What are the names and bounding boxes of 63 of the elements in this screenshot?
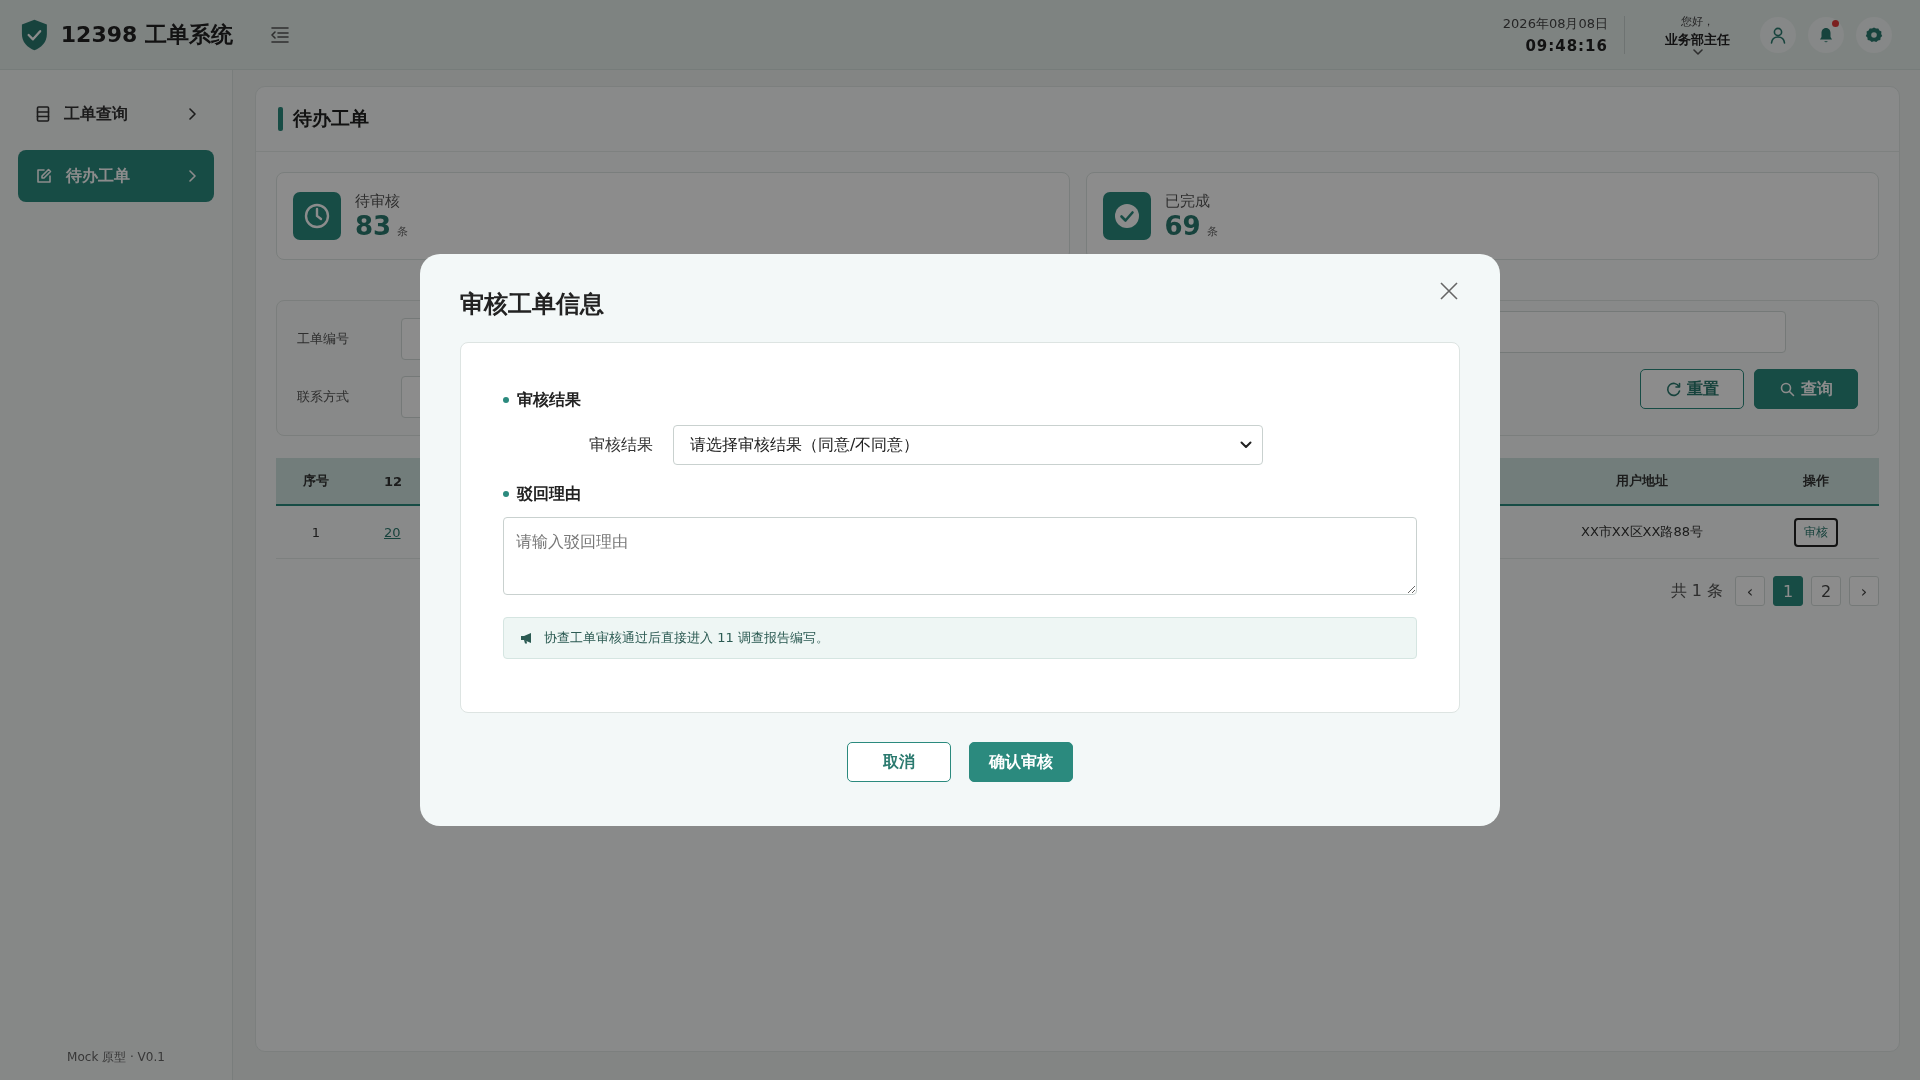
stat-value: 83: [355, 210, 392, 241]
review-button[interactable]: 审核: [1793, 517, 1838, 547]
result-dropdown[interactable]: 请选择审核结果（同意/不同意）: [673, 425, 1263, 465]
caret-icon[interactable]: [1692, 49, 1703, 55]
search-icon: [1779, 381, 1795, 397]
field-label: 工单编号: [297, 330, 350, 348]
date-text: 2026年08月08日: [1502, 14, 1608, 33]
reset-button[interactable]: 重置: [1640, 369, 1744, 409]
chevron-right-icon: [188, 108, 196, 120]
megaphone-icon: [520, 632, 534, 644]
sidebar-item[interactable]: 待办工单: [18, 150, 214, 202]
clock-icon: [293, 192, 341, 240]
shield-icon: [20, 17, 49, 52]
refresh-icon: [1665, 381, 1681, 397]
table-cell-text: 1: [310, 524, 322, 540]
prev-page-button[interactable]: ‹: [1735, 576, 1765, 606]
bullet-dot: [503, 491, 509, 497]
stat-label: 待审核: [355, 191, 401, 211]
section-title: 审核结果: [517, 389, 581, 411]
settings-button[interactable]: [1856, 16, 1892, 53]
user-role[interactable]: 业务部主任: [1665, 31, 1730, 49]
settings-icon: [1865, 25, 1883, 44]
field-label: 联系方式: [297, 388, 350, 406]
reason-field[interactable]: 请输入驳回理由: [503, 517, 1417, 595]
app-title: 12398 工单系统: [60, 20, 233, 49]
column-header: 12: [383, 473, 404, 489]
notification-button[interactable]: [1808, 16, 1844, 53]
page-button[interactable]: 2: [1811, 576, 1841, 606]
next-page-button[interactable]: ›: [1849, 576, 1879, 606]
column-header: 操作: [1801, 472, 1830, 490]
page-button[interactable]: 1: [1773, 576, 1803, 606]
edit-icon: [36, 168, 52, 184]
sidebar-item[interactable]: 工单查询: [18, 88, 214, 140]
time-text: 09:48:16: [1524, 36, 1608, 55]
bell-icon: [1817, 25, 1835, 44]
bullet-dot: [503, 397, 509, 403]
accent-bar: [278, 107, 283, 131]
confirm-button[interactable]: 确认审核: [969, 742, 1073, 782]
unit-text: 条: [1206, 223, 1218, 239]
total-count: 共 1 条: [1670, 580, 1723, 602]
field-label: 审核结果: [588, 434, 653, 456]
column-header: 序号: [302, 472, 330, 490]
page-title: 待办工单: [293, 106, 369, 131]
chevron-right-icon: [188, 170, 196, 182]
stat-value: 69: [1164, 210, 1201, 241]
dialog-title: 审核工单信息: [460, 289, 604, 320]
notice-text: 协查工单审核通过后直接进入 11 调查报告编写。: [544, 629, 829, 647]
stat-label: 已完成: [1164, 191, 1211, 211]
user-icon: [1769, 25, 1787, 44]
chevron-down-icon: [1240, 441, 1252, 449]
list-icon: [36, 106, 50, 122]
check-icon: [1102, 192, 1151, 240]
column-header: 用户地址: [1615, 472, 1669, 490]
table-cell-text: XX市XX区XX路88号: [1580, 523, 1704, 541]
menu-fold-icon[interactable]: [270, 25, 290, 44]
close-icon[interactable]: [1440, 282, 1458, 300]
greeting-text: 您好，: [1681, 14, 1714, 29]
version-text: Mock 原型 · V0.1: [66, 1049, 166, 1066]
cancel-button[interactable]: 取消: [847, 742, 951, 782]
search-button[interactable]: 查询: [1754, 369, 1858, 409]
unit-text: 条: [397, 223, 409, 239]
section-title: 驳回理由: [517, 483, 581, 505]
user-button[interactable]: [1760, 16, 1796, 53]
